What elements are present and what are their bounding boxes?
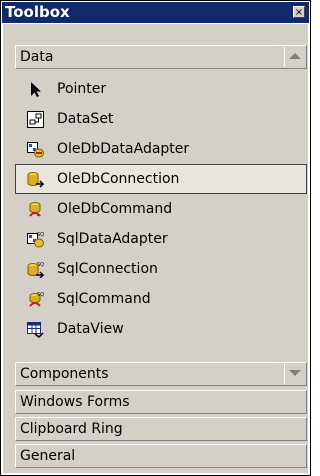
dataset-icon bbox=[27, 111, 44, 128]
oledb-data-adapter-icon bbox=[27, 142, 44, 158]
window-title: Toolbox bbox=[5, 3, 70, 21]
close-icon: × bbox=[294, 7, 304, 18]
oledb-command-icon bbox=[29, 202, 41, 217]
tab-windows-forms[interactable]: Windows Forms bbox=[15, 390, 307, 414]
toolbox-item-oledbdataadapter[interactable]: OleDbDataAdapter bbox=[15, 134, 307, 164]
toolbox-item-dataview[interactable]: DataView bbox=[15, 314, 307, 344]
svg-text:SQL: SQL bbox=[37, 292, 44, 298]
toolbox-item-label: DataSet bbox=[57, 111, 114, 127]
sql-data-adapter-icon: SQL bbox=[27, 232, 44, 248]
toolbox-item-label: DataView bbox=[57, 321, 124, 337]
toolbox-item-label: OleDbCommand bbox=[57, 201, 173, 217]
oledb-connection-icon bbox=[27, 172, 44, 188]
toolbox-item-pointer[interactable]: Pointer bbox=[15, 74, 307, 104]
title-bar[interactable]: Toolbox × bbox=[2, 2, 309, 23]
svg-text:SQL: SQL bbox=[37, 262, 44, 268]
svg-text:SQL: SQL bbox=[37, 232, 44, 238]
toolbox-item-sqldataadapter[interactable]: SQL SqlDataAdapter bbox=[15, 224, 307, 254]
scroll-down-icon bbox=[289, 370, 301, 376]
close-button[interactable]: × bbox=[293, 6, 305, 18]
tab-clipboard-ring[interactable]: Clipboard Ring bbox=[15, 417, 307, 441]
pointer-icon bbox=[31, 82, 41, 97]
toolbox-item-label: SqlDataAdapter bbox=[57, 231, 168, 247]
toolbox-item-label: Pointer bbox=[57, 81, 107, 97]
scroll-up-button[interactable] bbox=[284, 47, 305, 67]
tab-general-label: General bbox=[20, 448, 76, 464]
toolbox-item-label: OleDbDataAdapter bbox=[57, 141, 190, 157]
tab-general[interactable]: General bbox=[15, 444, 307, 468]
sql-connection-icon: SQL bbox=[27, 262, 44, 278]
tab-data-label: Data bbox=[20, 49, 54, 65]
toolbox-item-label: SqlCommand bbox=[57, 291, 151, 307]
tab-windows-forms-label: Windows Forms bbox=[20, 394, 130, 410]
tab-data[interactable]: Data bbox=[15, 45, 307, 69]
sql-command-icon: SQL bbox=[29, 292, 44, 307]
tab-components[interactable]: Components bbox=[15, 362, 307, 386]
toolbox-window: Toolbox × Data Pointer DataSet OleDbData… bbox=[0, 0, 311, 476]
scroll-down-button[interactable] bbox=[284, 364, 305, 384]
toolbox-item-label: SqlConnection bbox=[57, 261, 158, 277]
tab-clipboard-ring-label: Clipboard Ring bbox=[20, 421, 123, 437]
toolbox-item-dataset[interactable]: DataSet bbox=[15, 104, 307, 134]
toolbox-item-oledbcommand[interactable]: OleDbCommand bbox=[15, 194, 307, 224]
toolbox-item-sqlcommand[interactable]: SQL SqlCommand bbox=[15, 284, 307, 314]
toolbox-item-label: OleDbConnection bbox=[57, 171, 180, 187]
toolbox-items: Pointer DataSet OleDbDataAdapter OleDbCo… bbox=[15, 74, 307, 357]
toolbox-item-oledbconnection[interactable]: OleDbConnection bbox=[15, 164, 307, 194]
toolbox-item-sqlconnection[interactable]: SQL SqlConnection bbox=[15, 254, 307, 284]
tab-components-label: Components bbox=[20, 366, 109, 382]
scroll-up-icon bbox=[289, 53, 301, 59]
dataview-icon bbox=[27, 322, 44, 338]
